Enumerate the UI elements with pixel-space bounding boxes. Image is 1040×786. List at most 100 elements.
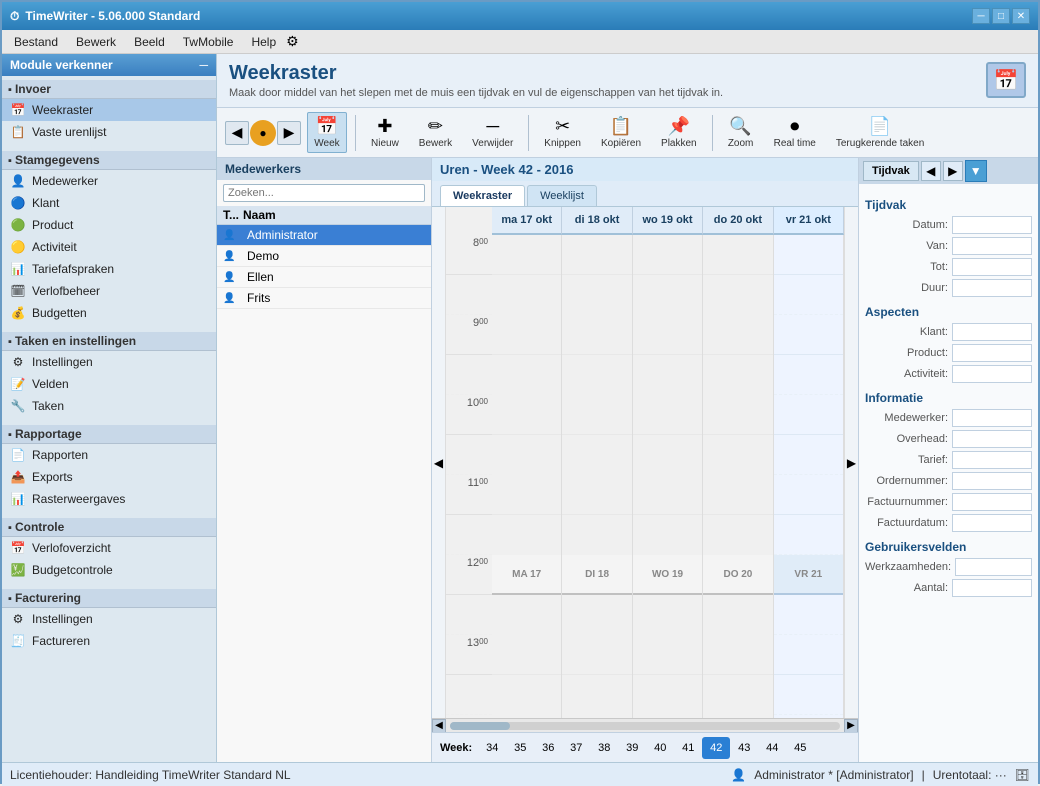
title-bar-controls[interactable]: ─ □ ✕ bbox=[972, 8, 1030, 24]
tijdvak-section-informatie: Informatie bbox=[865, 391, 1032, 405]
delete-button[interactable]: ─ Verwijder bbox=[465, 112, 520, 153]
tijdvak-van-row: Van: bbox=[865, 237, 1032, 255]
sidebar-item-budgetten[interactable]: 💰 Budgetten bbox=[2, 302, 216, 324]
sidebar-item-instellingen-taken[interactable]: ⚙ Instellingen bbox=[2, 351, 216, 373]
recurring-button[interactable]: 📄 Terugkerende taken bbox=[829, 112, 931, 153]
werkzaamheden-value[interactable] bbox=[955, 558, 1032, 576]
week-num-38[interactable]: 38 bbox=[590, 737, 618, 759]
day-col-thu[interactable]: DO 20 bbox=[703, 235, 773, 718]
factuurnummer-value[interactable] bbox=[952, 493, 1032, 511]
grid-right-arrow[interactable]: ▶ bbox=[844, 207, 858, 718]
aantal-value[interactable] bbox=[952, 579, 1032, 597]
settings-icon[interactable]: ⚙ bbox=[286, 33, 299, 50]
time-labels: 800 900 1000 1100 1200 bbox=[446, 235, 492, 718]
week-num-34[interactable]: 34 bbox=[478, 737, 506, 759]
sidebar-item-klant[interactable]: 🔵 Klant bbox=[2, 192, 216, 214]
nav-next-button[interactable]: ▶ bbox=[277, 121, 301, 145]
horizontal-scrollbar[interactable]: ◀ ▶ bbox=[432, 718, 858, 732]
menu-twmobile[interactable]: TwMobile bbox=[175, 33, 242, 51]
week-num-35[interactable]: 35 bbox=[506, 737, 534, 759]
week-num-44[interactable]: 44 bbox=[758, 737, 786, 759]
sidebar-item-budgetcontrole[interactable]: 💹 Budgetcontrole bbox=[2, 559, 216, 581]
week-num-40[interactable]: 40 bbox=[646, 737, 674, 759]
sidebar-item-taken[interactable]: 🔧 Taken bbox=[2, 395, 216, 417]
scroll-thumb[interactable] bbox=[450, 722, 510, 730]
list-item[interactable]: 👤 Frits bbox=[217, 288, 431, 309]
list-item[interactable]: 👤 Ellen bbox=[217, 267, 431, 288]
tab-weeklijst[interactable]: Weeklijst bbox=[527, 185, 597, 206]
zoom-button[interactable]: 🔍 Zoom bbox=[721, 112, 761, 153]
scroll-left-button[interactable]: ◀ bbox=[432, 719, 446, 733]
tijdvak-tab[interactable]: Tijdvak bbox=[863, 161, 919, 181]
product-value[interactable] bbox=[952, 344, 1032, 362]
time-slots-body[interactable]: 800 900 1000 1100 1200 bbox=[446, 235, 844, 718]
search-input[interactable] bbox=[223, 184, 425, 202]
ordernummer-label: Ordernummer: bbox=[865, 475, 952, 487]
sidebar-item-velden[interactable]: 📝 Velden bbox=[2, 373, 216, 395]
tot-value[interactable] bbox=[952, 258, 1032, 276]
menu-bewerk[interactable]: Bewerk bbox=[68, 33, 124, 51]
klant-value[interactable] bbox=[952, 323, 1032, 341]
minimize-button[interactable]: ─ bbox=[972, 8, 990, 24]
menu-beeld[interactable]: Beeld bbox=[126, 33, 173, 51]
grid-left-arrow[interactable]: ◀ bbox=[432, 207, 446, 718]
menu-help[interactable]: Help bbox=[243, 33, 284, 51]
week-num-43[interactable]: 43 bbox=[730, 737, 758, 759]
factuurdatum-value[interactable] bbox=[952, 514, 1032, 532]
week-num-37[interactable]: 37 bbox=[562, 737, 590, 759]
tab-weekraster[interactable]: Weekraster bbox=[440, 185, 525, 206]
sidebar-item-medewerker[interactable]: 👤 Medewerker bbox=[2, 170, 216, 192]
week-button[interactable]: 📅 Week bbox=[307, 112, 347, 153]
sidebar-item-verlofbeheer[interactable]: 🗓 Verlofbeheer bbox=[2, 280, 216, 302]
paste-button[interactable]: 📌 Plakken bbox=[654, 112, 704, 153]
page-title: Weekraster bbox=[229, 62, 723, 85]
close-button[interactable]: ✕ bbox=[1012, 8, 1030, 24]
medewerker-info-value[interactable] bbox=[952, 409, 1032, 427]
tijdvak-prev-button[interactable]: ◀ bbox=[921, 161, 941, 181]
sidebar-item-weekraster[interactable]: 📅 Weekraster bbox=[2, 99, 216, 121]
vaste-urenlijst-icon: 📋 bbox=[10, 124, 26, 140]
copy-button[interactable]: 📋 Kopiëren bbox=[594, 112, 648, 153]
week-num-45[interactable]: 45 bbox=[786, 737, 814, 759]
sidebar-item-product[interactable]: 🟢 Product bbox=[2, 214, 216, 236]
today-button[interactable]: ● bbox=[250, 120, 276, 146]
sidebar-item-verlofoverzicht[interactable]: 📅 Verlofoverzicht bbox=[2, 537, 216, 559]
duur-value[interactable] bbox=[952, 279, 1032, 297]
day-col-mon[interactable]: MA 17 bbox=[492, 235, 562, 718]
tijdvak-next-button[interactable]: ▶ bbox=[943, 161, 963, 181]
day-col-wed[interactable]: WO 19 bbox=[633, 235, 703, 718]
maximize-button[interactable]: □ bbox=[992, 8, 1010, 24]
tarief-value[interactable] bbox=[952, 451, 1032, 469]
new-button[interactable]: ✚ Nieuw bbox=[364, 112, 406, 153]
sidebar-item-instellingen-fact[interactable]: ⚙ Instellingen bbox=[2, 608, 216, 630]
sidebar-item-vaste-urenlijst[interactable]: 📋 Vaste urenlijst bbox=[2, 121, 216, 143]
sidebar-item-rasterweergaves[interactable]: 📊 Rasterweergaves bbox=[2, 488, 216, 510]
sidebar: Module verkenner ─ ▪ Invoer 📅 Weekraster… bbox=[2, 54, 217, 762]
week-num-42[interactable]: 42 bbox=[702, 737, 730, 759]
activiteit-value[interactable] bbox=[952, 365, 1032, 383]
nav-prev-button[interactable]: ◀ bbox=[225, 121, 249, 145]
scroll-right-button[interactable]: ▶ bbox=[844, 719, 858, 733]
cut-button[interactable]: ✂ Knippen bbox=[537, 112, 588, 153]
sidebar-item-rapporten[interactable]: 📄 Rapporten bbox=[2, 444, 216, 466]
sidebar-item-activiteit[interactable]: 🟡 Activiteit bbox=[2, 236, 216, 258]
realtime-button[interactable]: ⏺ Real time bbox=[767, 112, 823, 153]
menu-bestand[interactable]: Bestand bbox=[6, 33, 66, 51]
week-num-39[interactable]: 39 bbox=[618, 737, 646, 759]
sidebar-item-tariefafspraken[interactable]: 📊 Tariefafspraken bbox=[2, 258, 216, 280]
sidebar-item-exports[interactable]: 📤 Exports bbox=[2, 466, 216, 488]
day-col-fri[interactable]: VR 21 bbox=[774, 235, 844, 718]
ordernummer-value[interactable] bbox=[952, 472, 1032, 490]
day-col-tue[interactable]: DI 18 bbox=[562, 235, 632, 718]
van-value[interactable] bbox=[952, 237, 1032, 255]
overhead-value[interactable] bbox=[952, 430, 1032, 448]
week-num-36[interactable]: 36 bbox=[534, 737, 562, 759]
tijdvak-expand-button[interactable]: ▼ bbox=[965, 160, 987, 182]
datum-value[interactable] bbox=[952, 216, 1032, 234]
sidebar-item-factureren[interactable]: 🧾 Factureren bbox=[2, 630, 216, 652]
list-item[interactable]: 👤 Administrator bbox=[217, 225, 431, 246]
week-num-41[interactable]: 41 bbox=[674, 737, 702, 759]
list-item[interactable]: 👤 Demo bbox=[217, 246, 431, 267]
edit-button[interactable]: ✏ Bewerk bbox=[412, 112, 459, 153]
sidebar-collapse-icon[interactable]: ─ bbox=[199, 58, 208, 72]
